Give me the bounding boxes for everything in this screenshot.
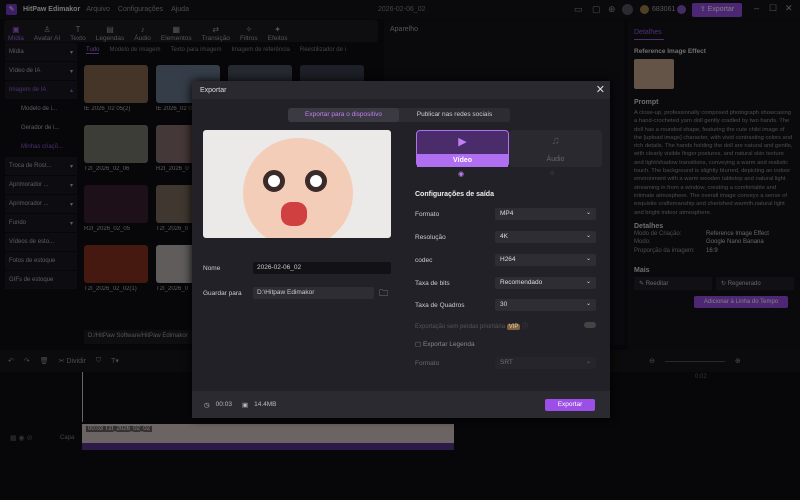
close-icon[interactable]: ✕ (596, 83, 605, 96)
setting-resolution: Resolução 4K ⌄ (415, 231, 596, 243)
info-icon: ⓘ (522, 324, 529, 330)
clock-icon: ◷ (204, 401, 210, 409)
setting-label: Taxa de bits (415, 279, 450, 287)
duration: 00:03 (215, 401, 232, 408)
select-value: Recomendado (500, 279, 543, 286)
name-input[interactable]: 2026-02-06_02 (253, 262, 391, 274)
lossless-toggle[interactable] (584, 322, 596, 328)
setting-label: Taxa de Quadros (415, 301, 465, 309)
lossless-label: Exportação sem perdas prioritária (415, 324, 506, 330)
clapper-icon: ▶ (458, 136, 467, 148)
chevron-down-icon: ⌄ (585, 233, 591, 239)
setting-codec: codec H264 ⌄ (415, 254, 596, 266)
checkbox-icon: ▢ (415, 341, 423, 348)
audio-option[interactable]: ♫ Áudio (509, 130, 602, 167)
export-subtitle-checkbox[interactable]: ▢ Exportar Legenda (415, 340, 475, 348)
select-value: 30 (500, 301, 508, 308)
video-option[interactable]: ▶ Vídeo (416, 130, 509, 167)
export-tabs: Exportar para o dispositivo Publicar nas… (288, 108, 510, 122)
video-label: Vídeo (417, 154, 508, 167)
export-dialog: Exportar ✕ Exportar para o dispositivo Pu… (192, 81, 610, 418)
subtitle-format-select[interactable]: SRT ⌄ (495, 357, 596, 369)
setting-subtitle-format: Formato SRT ⌄ (415, 357, 596, 369)
export-button[interactable]: Exportar (545, 399, 595, 411)
music-note-icon: ♫ (551, 135, 560, 147)
chevron-down-icon: ⌄ (585, 256, 591, 262)
setting-label: Resolução (415, 233, 446, 241)
chevron-down-icon: ⌄ (585, 301, 591, 307)
export-preview (203, 130, 391, 238)
bitrate-select[interactable]: Recomendado ⌄ (495, 277, 596, 289)
framerate-select[interactable]: 30 ⌄ (495, 299, 596, 311)
vip-badge: VIP (506, 324, 521, 330)
dialog-header: Exportar ✕ (192, 81, 610, 99)
setting-framerate: Taxa de Quadros 30 ⌄ (415, 299, 596, 311)
preview-eye (263, 170, 285, 192)
lossless-row: Exportação sem perdas prioritária VIP ⓘ (415, 321, 596, 330)
folder-icon[interactable]: 🗀 (379, 286, 388, 302)
setting-label: codec (415, 256, 433, 264)
chevron-down-icon: ⌄ (585, 210, 591, 216)
chevron-down-icon: ⌄ (585, 279, 591, 285)
resolution-select[interactable]: 4K ⌄ (495, 231, 596, 243)
output-settings-title: Configurações de saída (415, 191, 494, 198)
tab-export-device[interactable]: Exportar para o dispositivo (288, 108, 399, 122)
file-size: 14.4MB (254, 401, 277, 408)
setting-label: Formato (415, 210, 440, 218)
save-path-input[interactable]: D:\Hitpaw Edimakor (253, 287, 374, 299)
subtitle-label: Exportar Legenda (422, 341, 475, 348)
select-value: H264 (500, 256, 516, 263)
video-radio[interactable]: ◉ (458, 170, 464, 178)
setting-label: Formato (415, 359, 440, 367)
file-size-icon: ▣ (241, 401, 249, 409)
audio-label: Áudio (546, 156, 565, 163)
codec-select[interactable]: H264 ⌄ (495, 254, 596, 266)
setting-format: Formato MP4 ⌄ (415, 208, 596, 220)
save-to-label: Guardar para (203, 290, 242, 297)
tab-publish-social[interactable]: Publicar nas redes sociais (399, 108, 510, 122)
preview-mouth (281, 202, 307, 226)
audio-radio[interactable]: ○ (550, 170, 554, 177)
preview-eye (305, 170, 327, 192)
chevron-down-icon: ⌄ (585, 359, 591, 365)
select-value: 4K (500, 233, 508, 240)
setting-bitrate: Taxa de bits Recomendado ⌄ (415, 277, 596, 289)
dialog-title: Exportar (200, 86, 227, 94)
format-select[interactable]: MP4 ⌄ (495, 208, 596, 220)
select-value: SRT (500, 359, 513, 366)
dialog-footer: ◷ 00:03 ▣ 14.4MB Exportar (192, 391, 610, 418)
name-label: Nome (203, 265, 221, 272)
select-value: MP4 (500, 210, 514, 217)
